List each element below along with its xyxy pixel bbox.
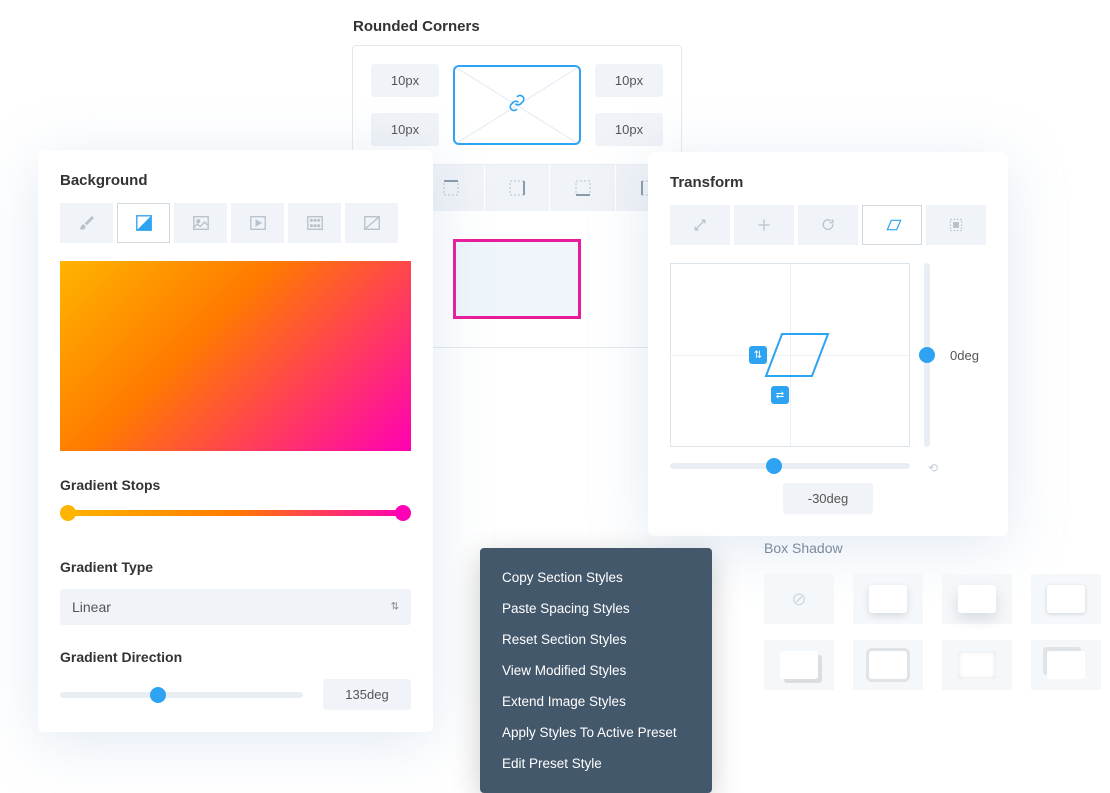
link-icon[interactable] — [508, 94, 526, 117]
box-shadow-option-3[interactable] — [1031, 574, 1101, 624]
box-shadow-option-6[interactable] — [942, 640, 1012, 690]
transform-horizontal-slider[interactable]: ⟲ — [670, 463, 910, 469]
transform-vertical-thumb[interactable] — [919, 347, 935, 363]
gradient-type-label: Gradient Type — [60, 559, 411, 575]
gradient-stop-end[interactable] — [395, 505, 411, 521]
gradient-preview[interactable] — [60, 261, 411, 451]
box-shadow-panel: Box Shadow ⊘ — [764, 540, 1104, 690]
vert-handle-icon[interactable]: ⇅ — [749, 346, 767, 364]
bg-tab-video[interactable] — [231, 203, 284, 243]
ctx-reset-section-styles[interactable]: Reset Section Styles — [480, 624, 712, 655]
ctx-apply-styles-preset[interactable]: Apply Styles To Active Preset — [480, 717, 712, 748]
select-caret-icon: ⇅ — [391, 602, 399, 613]
border-color-preview[interactable] — [453, 239, 581, 319]
gradient-stops-slider[interactable] — [60, 507, 411, 519]
corner-input-tr[interactable]: 10px — [595, 64, 663, 97]
transform-tab-skew[interactable] — [862, 205, 922, 245]
bg-tab-mask[interactable] — [345, 203, 398, 243]
ctx-view-modified-styles[interactable]: View Modified Styles — [480, 655, 712, 686]
transform-canvas[interactable]: ⇅ ⇄ — [670, 263, 910, 447]
gradient-stops-label: Gradient Stops — [60, 477, 411, 493]
context-menu: Copy Section Styles Paste Spacing Styles… — [480, 548, 712, 793]
corner-preview — [453, 65, 581, 145]
bg-tab-pattern[interactable] — [288, 203, 341, 243]
ctx-edit-preset-style[interactable]: Edit Preset Style — [480, 748, 712, 779]
border-tab-bottom[interactable] — [550, 165, 616, 211]
corner-input-bl[interactable]: 10px — [371, 113, 439, 146]
transform-panel: Transform ⇅ ⇄ 0deg ⟲ -30deg — [648, 152, 1008, 536]
transform-tab-scale[interactable] — [670, 205, 730, 245]
transform-horizontal-value[interactable]: -30deg — [783, 483, 873, 514]
bg-tab-fill[interactable] — [60, 203, 113, 243]
bg-tab-image[interactable] — [174, 203, 227, 243]
gradient-direction-thumb[interactable] — [150, 687, 166, 703]
transform-tab-rotate[interactable] — [798, 205, 858, 245]
reset-icon[interactable]: ⟲ — [928, 461, 938, 475]
gradient-direction-slider[interactable] — [60, 692, 303, 698]
box-shadow-option-7[interactable] — [1031, 640, 1101, 690]
ctx-copy-section-styles[interactable]: Copy Section Styles — [480, 562, 712, 593]
ctx-extend-image-styles[interactable]: Extend Image Styles — [480, 686, 712, 717]
transform-tab-origin[interactable] — [926, 205, 986, 245]
gradient-type-select[interactable]: Linear — [60, 589, 411, 625]
box-shadow-option-1[interactable] — [853, 574, 923, 624]
transform-vertical-value[interactable]: 0deg — [950, 348, 979, 363]
bg-tab-gradient[interactable] — [117, 203, 170, 243]
transform-title: Transform — [670, 174, 986, 191]
background-title: Background — [60, 172, 411, 189]
background-type-tabs — [60, 203, 411, 243]
box-shadow-title: Box Shadow — [764, 540, 1104, 556]
gradient-stop-start[interactable] — [60, 505, 76, 521]
ctx-paste-spacing-styles[interactable]: Paste Spacing Styles — [480, 593, 712, 624]
gradient-direction-label: Gradient Direction — [60, 649, 411, 665]
box-shadow-none[interactable]: ⊘ — [764, 574, 834, 624]
corner-input-tl[interactable]: 10px — [371, 64, 439, 97]
gradient-direction-value[interactable]: 135deg — [323, 679, 411, 710]
transform-vertical-slider[interactable] — [924, 263, 930, 447]
transform-horizontal-thumb[interactable] — [766, 458, 782, 474]
transform-tab-move[interactable] — [734, 205, 794, 245]
transform-tabs — [670, 205, 986, 245]
corner-input-br[interactable]: 10px — [595, 113, 663, 146]
border-tab-right[interactable] — [485, 165, 551, 211]
horiz-handle-icon[interactable]: ⇄ — [771, 386, 789, 404]
box-shadow-option-5[interactable] — [853, 640, 923, 690]
none-icon: ⊘ — [791, 589, 806, 610]
box-shadow-option-2[interactable] — [942, 574, 1012, 624]
box-shadow-option-4[interactable] — [764, 640, 834, 690]
background-panel: Background Gradient Stops Gradient Type … — [38, 150, 433, 732]
